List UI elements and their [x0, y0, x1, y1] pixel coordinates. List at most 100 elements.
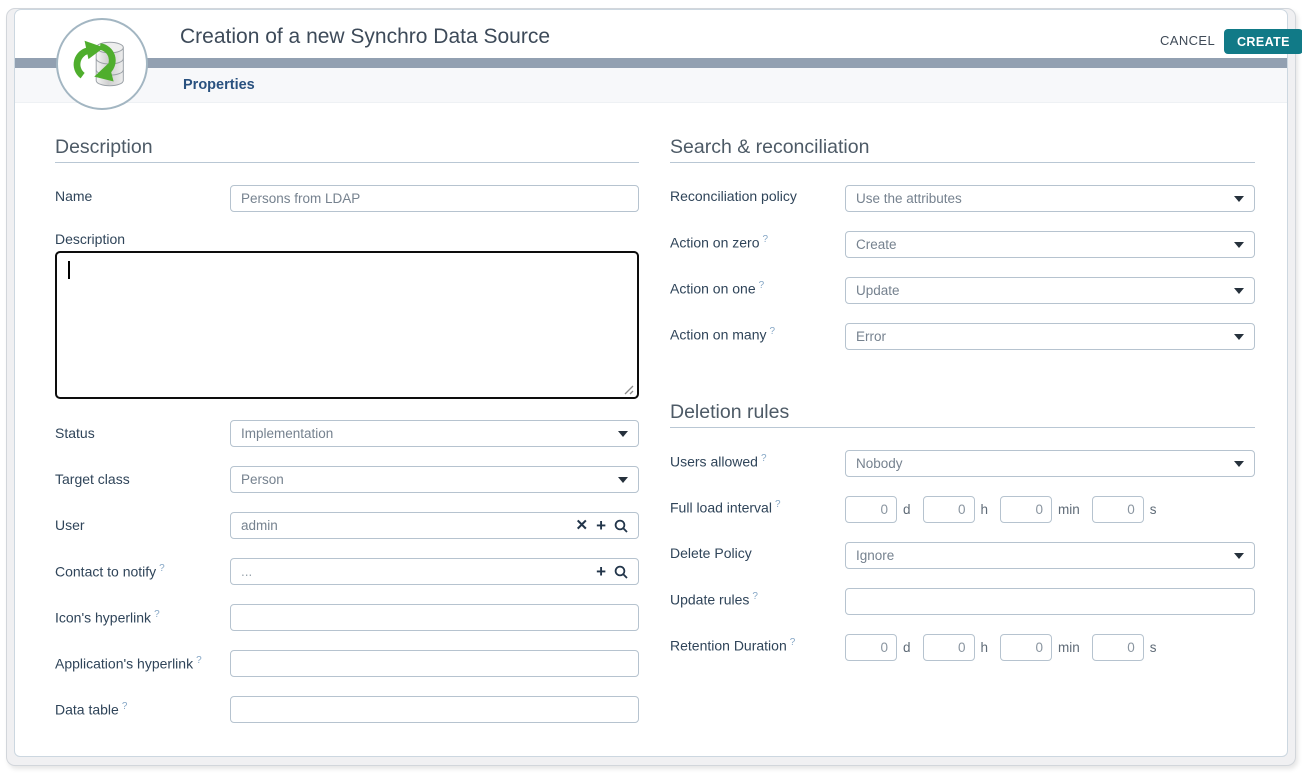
retention-minutes-input[interactable] [1000, 634, 1052, 661]
name-label: Name [55, 188, 92, 204]
full-load-interval-label: Full load interval? [670, 499, 781, 516]
unit-hours: h [981, 502, 989, 517]
user-label: User [55, 517, 85, 533]
contact-to-notify-label-text: Contact to notify [55, 564, 156, 580]
tab-properties[interactable]: Properties [183, 77, 255, 93]
reconciliation-policy-select[interactable]: Use the attributes [845, 185, 1255, 212]
unit-minutes: min [1058, 640, 1080, 655]
applications-hyperlink-input[interactable] [230, 650, 639, 677]
help-marker: ? [759, 280, 765, 291]
data-table-label-text: Data table [55, 702, 119, 718]
action-on-many-label-text: Action on many [670, 327, 767, 343]
help-marker: ? [775, 499, 781, 510]
action-on-zero-select[interactable]: Create [845, 231, 1255, 258]
name-input[interactable] [230, 185, 639, 212]
contact-to-notify-picker[interactable]: ... + [230, 558, 639, 585]
applications-hyperlink-label-text: Application's hyperlink [55, 656, 193, 672]
header-divider-bar [15, 58, 1287, 68]
help-marker: ? [761, 453, 767, 464]
chevron-down-icon [1234, 196, 1244, 202]
unit-days: d [903, 502, 911, 517]
full-load-minutes-input[interactable] [1000, 496, 1052, 523]
search-icon[interactable] [614, 565, 628, 579]
help-marker: ? [790, 637, 796, 648]
chevron-down-icon [1234, 242, 1244, 248]
add-icon[interactable]: + [596, 517, 606, 534]
users-allowed-select[interactable]: Nobody [845, 450, 1255, 477]
contact-to-notify-label: Contact to notify? [55, 563, 165, 580]
action-on-many-label: Action on many? [670, 326, 775, 343]
retention-seconds-input[interactable] [1092, 634, 1144, 661]
section-rule [670, 162, 1255, 163]
chevron-down-icon [1234, 461, 1244, 467]
applications-hyperlink-label: Application's hyperlink? [55, 655, 202, 672]
user-value: admin [241, 518, 575, 533]
action-on-zero-label-text: Action on zero [670, 235, 760, 251]
unit-seconds: s [1150, 502, 1157, 517]
unit-seconds: s [1150, 640, 1157, 655]
full-load-interval-duration: d h min s [845, 496, 1169, 523]
chevron-down-icon [1234, 553, 1244, 559]
help-marker: ? [770, 326, 776, 337]
status-select[interactable]: Implementation [230, 420, 639, 447]
users-allowed-value: Nobody [856, 456, 1226, 471]
section-heading-deletion-rules: Deletion rules [670, 401, 789, 424]
delete-policy-label: Delete Policy [670, 545, 752, 561]
retention-days-input[interactable] [845, 634, 897, 661]
description-textarea[interactable] [55, 251, 639, 399]
help-marker: ? [196, 655, 202, 666]
chevron-down-icon [618, 477, 628, 483]
full-load-hours-input[interactable] [923, 496, 975, 523]
target-class-select[interactable]: Person [230, 466, 639, 493]
data-table-input[interactable] [230, 696, 639, 723]
retention-duration-duration: d h min s [845, 634, 1169, 661]
add-icon[interactable]: + [596, 563, 606, 580]
full-load-interval-label-text: Full load interval [670, 500, 772, 516]
user-picker[interactable]: admin ✕ + [230, 512, 639, 539]
update-rules-label: Update rules? [670, 591, 758, 608]
target-class-value: Person [241, 472, 610, 487]
unit-minutes: min [1058, 502, 1080, 517]
help-marker: ? [159, 563, 165, 574]
search-icon[interactable] [614, 519, 628, 533]
reconciliation-policy-value: Use the attributes [856, 191, 1226, 206]
full-load-days-input[interactable] [845, 496, 897, 523]
text-cursor [68, 261, 70, 279]
retention-duration-label-text: Retention Duration [670, 638, 787, 654]
help-marker: ? [763, 234, 769, 245]
full-load-seconds-input[interactable] [1092, 496, 1144, 523]
synchro-data-source-icon [56, 18, 148, 110]
cancel-button[interactable]: CANCEL [1160, 33, 1215, 48]
reconciliation-policy-label: Reconciliation policy [670, 188, 797, 204]
contact-to-notify-placeholder: ... [241, 564, 596, 579]
status-label: Status [55, 425, 95, 441]
retention-duration-label: Retention Duration? [670, 637, 795, 654]
icons-hyperlink-input[interactable] [230, 604, 639, 631]
unit-days: d [903, 640, 911, 655]
action-on-one-select[interactable]: Update [845, 277, 1255, 304]
database-sync-icon [71, 33, 133, 95]
retention-hours-input[interactable] [923, 634, 975, 661]
update-rules-label-text: Update rules [670, 592, 749, 608]
description-label: Description [55, 231, 125, 247]
users-allowed-label-text: Users allowed [670, 454, 758, 470]
section-rule [55, 162, 639, 163]
create-button[interactable]: CREATE [1224, 29, 1302, 54]
unit-hours: h [981, 640, 989, 655]
action-on-one-label-text: Action on one [670, 281, 756, 297]
icons-hyperlink-label: Icon's hyperlink? [55, 609, 160, 626]
section-heading-description: Description [55, 136, 153, 159]
action-on-many-value: Error [856, 329, 1226, 344]
help-marker: ? [154, 609, 160, 620]
delete-policy-value: Ignore [856, 548, 1226, 563]
delete-policy-select[interactable]: Ignore [845, 542, 1255, 569]
update-rules-input[interactable] [845, 588, 1255, 615]
action-on-one-label: Action on one? [670, 280, 764, 297]
icons-hyperlink-label-text: Icon's hyperlink [55, 610, 151, 626]
data-table-label: Data table? [55, 701, 127, 718]
clear-icon[interactable]: ✕ [575, 518, 588, 533]
section-heading-search-reconciliation: Search & reconciliation [670, 136, 869, 159]
chevron-down-icon [1234, 334, 1244, 340]
action-on-many-select[interactable]: Error [845, 323, 1255, 350]
target-class-label: Target class [55, 471, 130, 487]
